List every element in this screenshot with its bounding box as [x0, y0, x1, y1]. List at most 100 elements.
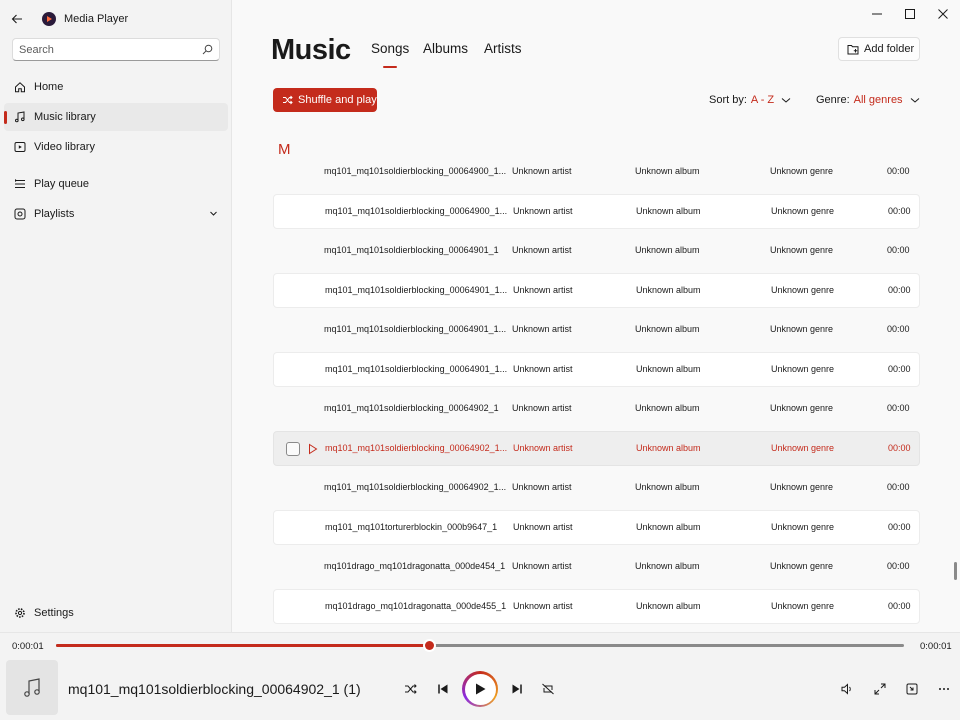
close-button[interactable] [926, 0, 960, 28]
song-row[interactable]: mq101_mq101soldierblocking_00064902_1...… [273, 471, 920, 506]
more-options-button[interactable] [932, 679, 956, 699]
seek-bar-progress [56, 644, 430, 647]
app-title: Media Player [64, 13, 129, 25]
next-icon [512, 684, 522, 694]
song-artist[interactable]: Unknown artist [513, 443, 573, 453]
song-row[interactable]: mq101_mq101torturerblockin_000b9647_1 Un… [273, 510, 920, 545]
song-album[interactable]: Unknown album [636, 522, 701, 532]
song-artist[interactable]: Unknown artist [513, 285, 573, 295]
maximize-button[interactable] [893, 0, 927, 28]
sidebar-item-settings[interactable]: Settings [4, 599, 228, 627]
song-album[interactable]: Unknown album [636, 601, 701, 611]
sort-label: Sort by: [709, 94, 747, 106]
song-album[interactable]: Unknown album [635, 403, 700, 413]
song-row[interactable]: mq101drago_mq101dragonatta_000de455_1 Un… [273, 589, 920, 624]
song-genre: Unknown genre [771, 364, 835, 374]
song-artist[interactable]: Unknown artist [512, 561, 572, 571]
song-album[interactable]: Unknown album [636, 206, 701, 216]
genre-value: All genres [853, 94, 903, 106]
song-row[interactable]: mq101_mq101soldierblocking_00064901_1...… [273, 273, 920, 308]
gear-icon [15, 608, 25, 618]
song-artist[interactable]: Unknown artist [513, 206, 573, 216]
minimize-button[interactable] [860, 0, 894, 28]
song-row[interactable]: mq101_mq101soldierblocking_00064900_1...… [273, 155, 920, 190]
tab-albums[interactable]: Albums [423, 41, 468, 56]
sort-value: A - Z [750, 94, 775, 106]
song-row[interactable]: mq101_mq101soldierblocking_00064901_1...… [273, 313, 920, 348]
sidebar-item-home[interactable]: Home [4, 73, 228, 101]
song-artist[interactable]: Unknown artist [512, 324, 572, 334]
search-placeholder: Search [19, 43, 54, 56]
song-title: mq101_mq101soldierblocking_00064901_1... [325, 285, 508, 295]
song-duration: 00:00 [888, 285, 911, 295]
song-artist[interactable]: Unknown artist [512, 166, 572, 176]
song-row[interactable]: mq101drago_mq101dragonatta_000de454_1 Un… [273, 550, 920, 585]
previous-icon [438, 684, 448, 694]
song-album[interactable]: Unknown album [636, 285, 701, 295]
tab-songs[interactable]: Songs [371, 41, 409, 68]
repeat-button[interactable] [536, 679, 560, 699]
music-note-icon [15, 111, 25, 123]
sort-dropdown[interactable]: Sort by: A - Z [709, 94, 792, 106]
player-bar: 0:00:01 0:00:01 mq101_mq101soldierblocki… [0, 632, 960, 720]
song-artist[interactable]: Unknown artist [513, 522, 573, 532]
chevron-down-icon [910, 97, 919, 103]
shuffle-icon [405, 684, 417, 694]
song-genre: Unknown genre [771, 206, 835, 216]
song-album[interactable]: Unknown album [636, 443, 701, 453]
album-art[interactable] [6, 660, 58, 715]
song-artist[interactable]: Unknown artist [513, 601, 573, 611]
song-row-selected[interactable]: mq101_mq101soldierblocking_00064902_1...… [273, 431, 920, 466]
sidebar-item-label: Play queue [34, 178, 90, 190]
song-duration: 00:00 [887, 324, 910, 334]
row-checkbox[interactable] [286, 442, 300, 456]
sidebar-item-playlists[interactable]: Playlists [4, 200, 228, 228]
volume-button[interactable] [835, 679, 859, 699]
song-artist[interactable]: Unknown artist [513, 364, 573, 374]
song-title: mq101_mq101soldierblocking_00064901_1 [324, 245, 499, 255]
song-artist[interactable]: Unknown artist [512, 482, 572, 492]
song-album[interactable]: Unknown album [635, 324, 700, 334]
next-button[interactable] [505, 679, 529, 699]
song-album[interactable]: Unknown album [635, 245, 700, 255]
back-button[interactable] [0, 0, 34, 38]
song-row[interactable]: mq101_mq101soldierblocking_00064901_1...… [273, 352, 920, 387]
maximize-icon [905, 9, 915, 19]
song-genre: Unknown genre [771, 522, 835, 532]
tab-artists[interactable]: Artists [484, 41, 522, 56]
mini-player-icon [906, 683, 918, 695]
song-duration: 00:00 [888, 601, 911, 611]
add-folder-button[interactable]: Add folder [838, 37, 920, 61]
play-pause-button[interactable] [462, 671, 498, 707]
scrollbar-thumb[interactable] [954, 562, 957, 580]
song-album[interactable]: Unknown album [635, 482, 700, 492]
song-duration: 00:00 [887, 166, 910, 176]
fullscreen-button[interactable] [868, 679, 892, 699]
genre-dropdown[interactable]: Genre: All genres [816, 94, 921, 106]
search-input[interactable]: Search [12, 38, 220, 61]
now-playing-title[interactable]: mq101_mq101soldierblocking_00064902_1 (1… [68, 681, 361, 697]
sidebar-item-label: Music library [34, 111, 96, 123]
mini-player-button[interactable] [900, 679, 924, 699]
close-icon [938, 9, 948, 19]
sidebar-item-music-library[interactable]: Music library [4, 103, 228, 131]
song-row[interactable]: mq101_mq101soldierblocking_00064902_1 Un… [273, 392, 920, 427]
song-album[interactable]: Unknown album [636, 364, 701, 374]
chevron-down-icon[interactable] [209, 209, 218, 218]
play-icon[interactable] [308, 443, 318, 455]
song-row[interactable]: mq101_mq101soldierblocking_00064900_1...… [273, 194, 920, 229]
seek-bar-thumb[interactable] [425, 641, 435, 650]
search-icon[interactable] [202, 44, 213, 55]
add-folder-label: Add folder [864, 43, 915, 55]
song-artist[interactable]: Unknown artist [512, 403, 572, 413]
shuffle-button[interactable] [399, 679, 423, 699]
sidebar-item-video-library[interactable]: Video library [4, 133, 228, 161]
song-album[interactable]: Unknown album [635, 166, 700, 176]
song-artist[interactable]: Unknown artist [512, 245, 572, 255]
song-album[interactable]: Unknown album [635, 561, 700, 571]
sidebar-item-play-queue[interactable]: Play queue [4, 170, 228, 198]
seek-bar[interactable] [56, 641, 904, 650]
previous-button[interactable] [431, 679, 455, 699]
shuffle-and-play-button[interactable]: Shuffle and play [273, 88, 377, 112]
song-row[interactable]: mq101_mq101soldierblocking_00064901_1 Un… [273, 234, 920, 269]
